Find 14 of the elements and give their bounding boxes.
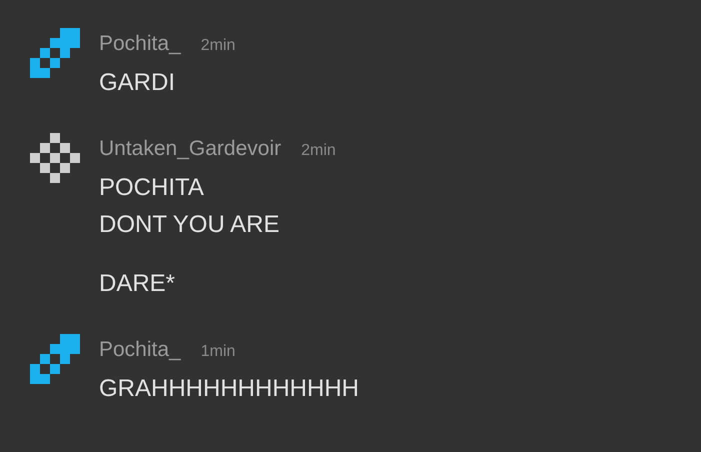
message-text: GARDI	[99, 68, 176, 98]
username[interactable]: Pochita_	[99, 26, 181, 62]
timestamp: 1min	[200, 342, 236, 362]
message-text: DONT YOU ARE	[99, 210, 280, 240]
message-text: DARE*	[99, 269, 176, 299]
message-text: GRAHHHHHHHHHHHH	[99, 374, 359, 404]
avatar-icon	[30, 334, 80, 384]
timestamp: 2min	[301, 141, 336, 161]
timestamp: 2min	[200, 36, 236, 56]
username[interactable]: Untaken_Gardevoir	[99, 131, 282, 167]
avatar-icon	[30, 28, 80, 78]
message-text: POCHITA	[99, 173, 205, 203]
username[interactable]: Pochita_	[99, 332, 181, 368]
avatar-icon	[30, 133, 80, 183]
